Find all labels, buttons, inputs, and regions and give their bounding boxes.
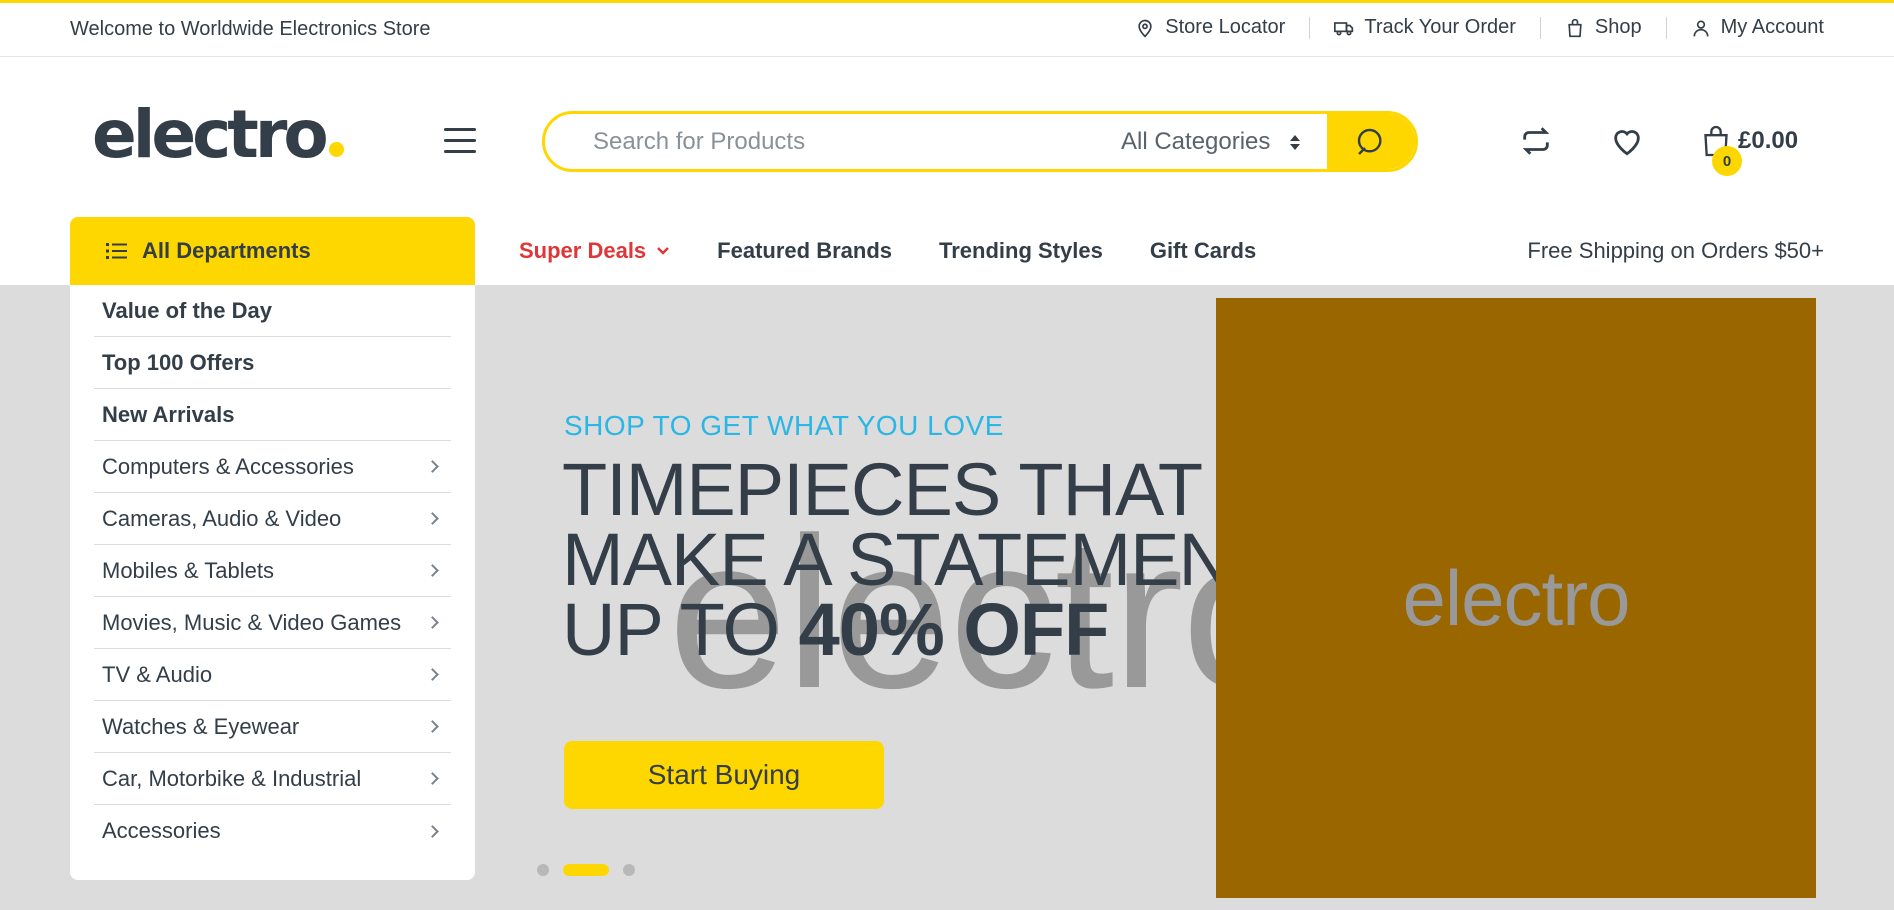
nav-label: Trending Styles: [939, 238, 1103, 263]
list-icon: [106, 243, 127, 259]
dept-label: Watches & Eyewear: [102, 713, 300, 739]
dept-label: Car, Motorbike & Industrial: [102, 765, 362, 791]
slide-dot-3[interactable]: [623, 864, 635, 876]
wishlist-heart-icon[interactable]: [1610, 124, 1644, 158]
track-order-label: Track Your Order: [1364, 16, 1516, 38]
nav-trending-styles[interactable]: Trending Styles: [939, 238, 1103, 264]
menu-toggle-icon[interactable]: [444, 128, 476, 156]
chevron-right-icon: [426, 616, 439, 629]
track-order-link[interactable]: Track Your Order: [1334, 16, 1516, 39]
dept-item-value-of-the-day[interactable]: Value of the Day: [94, 285, 451, 337]
chevron-down-icon: [657, 247, 670, 255]
nav-gift-cards[interactable]: Gift Cards: [1150, 238, 1256, 264]
search-button[interactable]: [1327, 114, 1415, 169]
welcome-text: Welcome to Worldwide Electronics Store: [70, 18, 431, 40]
chevron-right-icon: [426, 668, 439, 681]
start-buying-button[interactable]: Start Buying: [564, 741, 884, 809]
search-icon: [1357, 128, 1382, 155]
dept-item-cameras[interactable]: Cameras, Audio & Video: [94, 493, 451, 545]
my-account-link[interactable]: My Account: [1691, 16, 1824, 39]
dept-item-top-100-offers[interactable]: Top 100 Offers: [94, 337, 451, 389]
divider: [1665, 16, 1667, 39]
store-locator-label: Store Locator: [1165, 16, 1286, 38]
chevron-right-icon: [426, 772, 439, 785]
dept-label: Mobiles & Tablets: [102, 557, 275, 583]
cart-count-badge: 0: [1712, 146, 1742, 176]
divider: [1539, 16, 1541, 39]
map-pin-icon: [1138, 19, 1152, 37]
divider: [1309, 16, 1311, 39]
dept-item-mobiles[interactable]: Mobiles & Tablets: [94, 545, 451, 597]
dept-label: Value of the Day: [102, 297, 272, 323]
dept-label: Computers & Accessories: [102, 453, 354, 479]
departments-menu: Value of the Day Top 100 Offers New Arri…: [70, 285, 475, 880]
shopping-bag-icon: [1568, 18, 1582, 37]
search-bar: All Categories: [542, 111, 1418, 172]
category-select-value: All Categories: [1121, 128, 1271, 155]
hero-title-highlight: 40% OFF: [798, 588, 1110, 671]
free-shipping-text: Free Shipping on Orders $50+: [1527, 238, 1824, 263]
hero-title-prefix: UP TO: [562, 588, 799, 671]
user-icon: [1693, 20, 1709, 36]
logo-text: electro: [92, 96, 329, 173]
nav-super-deals[interactable]: Super Deals: [519, 238, 670, 264]
dept-label: New Arrivals: [102, 401, 235, 427]
hero-title: TIMEPIECES THAT MAKE A STATEMENT UP TO 4…: [562, 448, 1276, 667]
slide-dot-1[interactable]: [537, 864, 549, 876]
hero-title-line: TIMEPIECES THAT: [562, 448, 1203, 531]
search-input[interactable]: [545, 114, 1105, 169]
logo-dot: [328, 142, 344, 157]
nav-featured-brands[interactable]: Featured Brands: [717, 238, 892, 264]
dept-label: TV & Audio: [102, 661, 213, 687]
my-account-label: My Account: [1720, 16, 1824, 38]
mini-cart[interactable]: 0 £0.00: [1702, 124, 1799, 176]
shop-link[interactable]: Shop: [1565, 16, 1642, 39]
top-links: Store Locator Track Your Order Shop My A…: [1135, 16, 1824, 39]
dept-item-accessories[interactable]: Accessories: [94, 805, 451, 857]
nav-label: Super Deals: [519, 238, 647, 263]
category-select[interactable]: All Categories: [1121, 128, 1301, 156]
dept-label: Movies, Music & Video Games: [102, 609, 402, 635]
shop-label: Shop: [1594, 16, 1642, 38]
hero-subtitle: SHOP TO GET WHAT YOU LOVE: [564, 410, 1004, 441]
truck-icon: [1334, 21, 1354, 35]
hero-title-line: UP TO 40% OFF: [562, 593, 1275, 667]
top-bar: Welcome to Worldwide Electronics Store S…: [0, 0, 1894, 57]
dept-item-new-arrivals[interactable]: New Arrivals: [94, 389, 451, 441]
site-logo[interactable]: electro: [92, 102, 344, 168]
dept-item-computers[interactable]: Computers & Accessories: [94, 441, 451, 493]
hero-title-line: MAKE A STATEMENT: [562, 518, 1276, 601]
slider-pagination: [537, 864, 635, 876]
chevron-right-icon: [426, 824, 439, 838]
hero-image-placeholder-text: electro: [1402, 553, 1630, 642]
nav-label: Featured Brands: [717, 238, 892, 263]
all-departments-label: All Departments: [142, 238, 311, 263]
chevron-right-icon: [426, 512, 439, 525]
slide-dot-2[interactable]: [563, 864, 609, 876]
dept-item-car-motorbike[interactable]: Car, Motorbike & Industrial: [94, 753, 451, 805]
dept-item-tv-audio[interactable]: TV & Audio: [94, 649, 451, 701]
compare-icon[interactable]: [1519, 124, 1553, 158]
chevron-right-icon: [426, 460, 439, 473]
all-departments-button[interactable]: All Departments: [70, 217, 475, 285]
select-arrows-icon: [1290, 134, 1301, 150]
chevron-right-icon: [426, 564, 439, 577]
chevron-right-icon: [426, 720, 439, 733]
store-locator-link[interactable]: Store Locator: [1135, 16, 1285, 39]
dept-item-watches[interactable]: Watches & Eyewear: [94, 701, 451, 753]
hero-product-image: electro: [1216, 298, 1816, 898]
dept-label: Accessories: [102, 818, 221, 843]
dept-label: Cameras, Audio & Video: [102, 505, 342, 531]
main-nav: Super Deals Featured Brands Trending Sty…: [519, 238, 1256, 264]
cart-total: £0.00: [1738, 127, 1799, 154]
dept-item-movies-music[interactable]: Movies, Music & Video Games: [94, 597, 451, 649]
nav-label: Gift Cards: [1149, 238, 1257, 263]
dept-label: Top 100 Offers: [102, 349, 255, 375]
